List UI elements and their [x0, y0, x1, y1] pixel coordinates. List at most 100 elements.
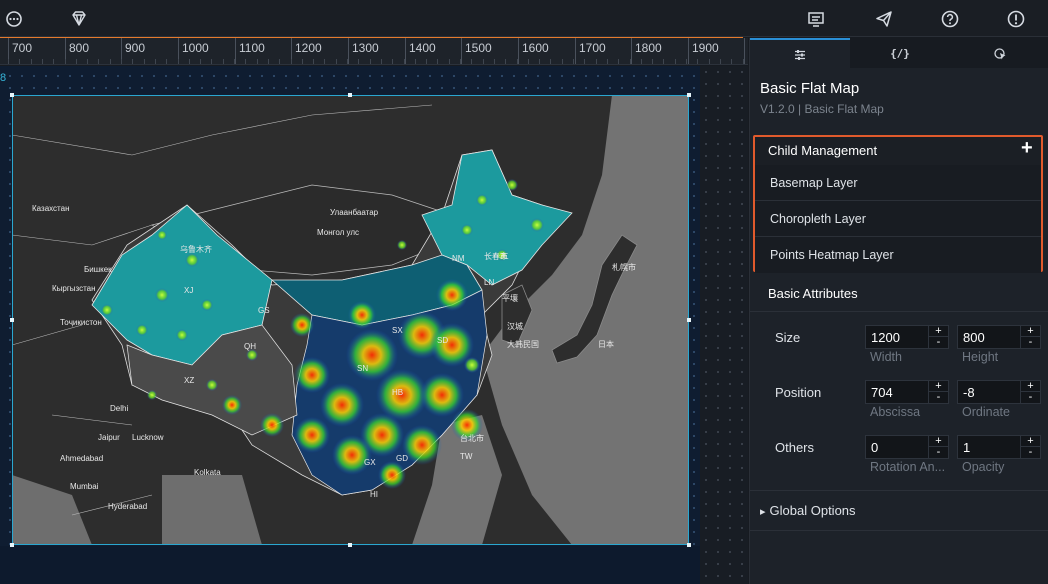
- svg-text:XZ: XZ: [184, 376, 194, 385]
- help-icon[interactable]: [940, 9, 960, 29]
- ruler-minor-tick: [493, 59, 495, 64]
- ruler-minor-tick: [573, 59, 574, 64]
- ruler-minor-tick: [335, 59, 337, 64]
- ordinate-stepper[interactable]: + -: [1020, 381, 1040, 403]
- ruler-minor-tick: [267, 59, 269, 64]
- ordinate-input[interactable]: -8 + -: [957, 380, 1041, 404]
- more-icon[interactable]: [4, 9, 24, 29]
- ruler-minor-tick: [87, 59, 89, 64]
- ruler-minor-tick: [19, 59, 21, 64]
- layer-item-points-heatmap[interactable]: Points Heatmap Layer: [755, 237, 1041, 273]
- rotation-stepper[interactable]: + -: [928, 436, 948, 458]
- opacity-stepper[interactable]: + -: [1020, 436, 1040, 458]
- layer-item-choropleth[interactable]: Choropleth Layer: [755, 201, 1041, 237]
- height-input[interactable]: 800 + -: [957, 325, 1041, 349]
- ruler-minor-tick: [380, 59, 382, 64]
- ruler-minor-tick: [53, 59, 55, 64]
- ruler-tick: 2: [744, 38, 745, 64]
- flat-map-component[interactable]: Казахстан Улаанбаатар Монгол улс Бишкек …: [12, 95, 689, 545]
- ruler-minor-tick: [482, 59, 484, 64]
- ruler-minor-tick: [527, 59, 529, 64]
- tab-interaction[interactable]: [950, 38, 1048, 68]
- alert-icon[interactable]: [1006, 9, 1026, 29]
- svg-text:Jaipur: Jaipur: [98, 433, 120, 442]
- map-graphic: Казахстан Улаанбаатар Монгол улс Бишкек …: [12, 95, 689, 545]
- ruler-minor-tick: [708, 59, 710, 64]
- tab-data[interactable]: {/}: [850, 38, 950, 68]
- ruler-minor-tick: [313, 59, 315, 64]
- monitor-icon[interactable]: [806, 9, 826, 29]
- component-title: Basic Flat Map: [760, 80, 860, 97]
- svg-text:台北市: 台北市: [460, 433, 484, 443]
- add-child-button[interactable]: +: [1021, 137, 1033, 160]
- ruler-minor-tick: [222, 59, 224, 64]
- resize-handle[interactable]: [687, 318, 691, 322]
- ruler-minor-tick: [618, 59, 620, 64]
- ruler-minor-tick: [719, 59, 721, 64]
- divider: [750, 490, 1048, 491]
- layer-item-basemap[interactable]: Basemap Layer: [755, 165, 1041, 201]
- resize-handle[interactable]: [687, 543, 691, 547]
- svg-text:汉城: 汉城: [507, 322, 523, 331]
- app-window: 700 800 900 1000 1100 1200 1300 1400 150…: [0, 0, 1048, 584]
- resize-handle[interactable]: [687, 93, 691, 97]
- child-management-header[interactable]: Child Management +: [755, 137, 1041, 165]
- ruler-minor-tick: [414, 59, 416, 64]
- ruler-tick: 1700: [575, 38, 606, 64]
- ruler-minor-tick: [460, 59, 461, 64]
- ruler-minor-tick: [686, 59, 687, 64]
- resize-handle[interactable]: [348, 543, 352, 547]
- ruler-minor-tick: [550, 59, 552, 64]
- size-label: Size: [775, 330, 801, 345]
- ruler-minor-tick: [200, 59, 202, 64]
- ruler-minor-tick: [279, 59, 281, 64]
- tab-settings[interactable]: [750, 38, 850, 68]
- height-stepper[interactable]: + -: [1020, 326, 1040, 348]
- ruler-minor-tick: [8, 59, 9, 64]
- diamond-icon[interactable]: [69, 9, 89, 29]
- resize-handle[interactable]: [10, 93, 14, 97]
- canvas-bottom-area: [0, 546, 700, 584]
- interaction-icon: [994, 48, 1006, 60]
- rotation-input[interactable]: 0 + -: [865, 435, 949, 459]
- ruler-minor-tick: [301, 59, 303, 64]
- horizontal-ruler[interactable]: 700 800 900 1000 1100 1200 1300 1400 150…: [0, 38, 748, 65]
- opacity-input[interactable]: 1 + -: [957, 435, 1041, 459]
- ruler-minor-tick: [369, 59, 371, 64]
- ruler-minor-tick: [742, 59, 744, 64]
- ruler-minor-tick: [358, 59, 360, 64]
- ruler-minor-tick: [154, 59, 156, 64]
- ruler-minor-tick: [347, 59, 348, 64]
- basic-attributes-title[interactable]: Basic Attributes: [768, 286, 858, 301]
- svg-text:GX: GX: [364, 458, 376, 467]
- svg-text:Lucknow: Lucknow: [132, 433, 164, 442]
- child-management-section: Child Management + Basemap Layer Choropl…: [753, 135, 1043, 273]
- global-options-label: Global Options: [769, 503, 856, 518]
- abscissa-stepper[interactable]: + -: [928, 381, 948, 403]
- svg-text:SX: SX: [392, 326, 403, 335]
- width-input[interactable]: 1200 + -: [865, 325, 949, 349]
- resize-handle[interactable]: [10, 543, 14, 547]
- ruler-minor-tick: [595, 59, 597, 64]
- global-options-toggle[interactable]: ▸ Global Options: [760, 503, 856, 518]
- ruler-tick: 1500: [461, 38, 492, 64]
- ruler-minor-tick: [561, 59, 563, 64]
- layer-item-label: Points Heatmap Layer: [770, 248, 894, 262]
- ruler-tick: 1800: [631, 38, 662, 64]
- svg-text:GS: GS: [258, 306, 270, 315]
- panel-tabs: {/}: [750, 38, 1048, 68]
- send-icon[interactable]: [874, 9, 894, 29]
- ruler-minor-tick: [652, 59, 654, 64]
- ruler-minor-tick: [697, 59, 699, 64]
- ruler-minor-tick: [392, 59, 394, 64]
- ruler-minor-tick: [448, 59, 450, 64]
- svg-text:XJ: XJ: [184, 286, 193, 295]
- abscissa-input[interactable]: 704 + -: [865, 380, 949, 404]
- resize-handle[interactable]: [348, 93, 352, 97]
- width-stepper[interactable]: + -: [928, 326, 948, 348]
- ruler-minor-tick: [731, 59, 733, 64]
- svg-text:LN: LN: [484, 278, 494, 287]
- svg-text:平壤: 平壤: [502, 293, 518, 303]
- resize-handle[interactable]: [10, 318, 14, 322]
- vertical-ruler-mark: 8: [0, 72, 7, 84]
